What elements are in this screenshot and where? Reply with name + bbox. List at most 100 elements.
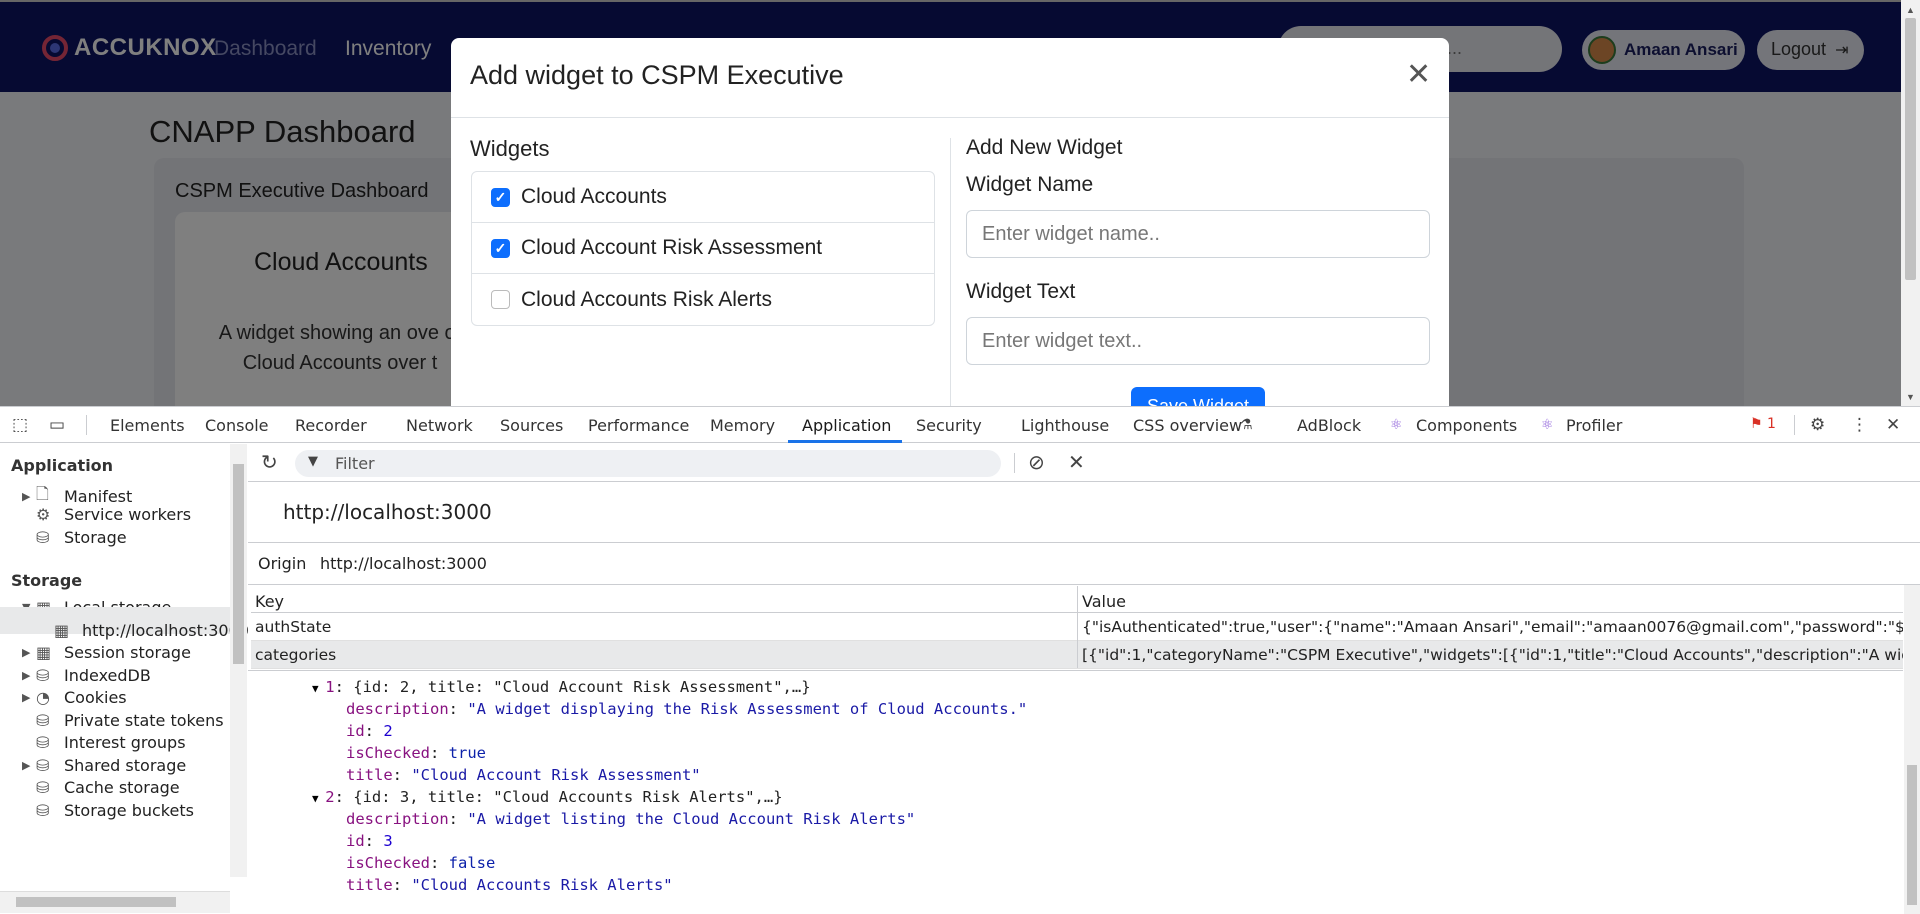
tab-elements[interactable]: Elements	[110, 416, 185, 435]
tab-network[interactable]: Network	[406, 416, 473, 435]
expand-arrow-icon[interactable]: ▶	[22, 759, 36, 772]
database-icon: ⛁	[36, 528, 50, 547]
collapse-arrow-icon[interactable]: ▼	[312, 792, 325, 805]
tab-adblock[interactable]: AdBlock	[1297, 416, 1361, 435]
widget-option-risk-alerts[interactable]: Cloud Accounts Risk Alerts	[472, 274, 934, 325]
sidebar-item-label: Private state tokens	[64, 711, 224, 730]
json-summary: {id: 2, title: "Cloud Account Risk Asses…	[353, 678, 811, 696]
delete-selected-icon[interactable]: ✕	[1068, 450, 1085, 474]
page-scrollbar[interactable]: ▲ ▼	[1901, 0, 1920, 406]
clear-all-icon[interactable]: ⊘	[1028, 450, 1045, 474]
json-key: description	[346, 810, 449, 828]
scrollbar-thumb[interactable]	[1907, 765, 1917, 905]
sidebar-item-shared-storage[interactable]: ▶ ⛁ Shared storage	[22, 756, 186, 775]
web-app: ACCUKNOX Dashboard Inventory ... Amaan A…	[0, 0, 1920, 406]
filter-input[interactable]: Filter	[295, 450, 1001, 477]
sidebar-item-label: IndexedDB	[64, 666, 151, 685]
storage-main-pane: ↻ Filter ▼ ⊘ ✕ http://localhost:3000 Ori…	[248, 444, 1920, 914]
sidebar-item-service-workers[interactable]: ⚙ Service workers	[36, 505, 191, 524]
more-options-icon[interactable]: ⋮	[1851, 415, 1868, 435]
tab-css-overview[interactable]: CSS overview	[1133, 416, 1242, 435]
sidebar-item-cookies[interactable]: ▶ ◔ Cookies	[22, 688, 127, 707]
tab-sources[interactable]: Sources	[500, 416, 563, 435]
sidebar-item-private-state-tokens[interactable]: ⛁ Private state tokens	[36, 711, 224, 730]
tab-recorder[interactable]: Recorder	[295, 416, 367, 435]
sidebar-scrollbar[interactable]	[230, 444, 247, 877]
tab-performance[interactable]: Performance	[588, 416, 689, 435]
refresh-icon[interactable]: ↻	[261, 450, 278, 474]
widget-name-input[interactable]: Enter widget name..	[966, 210, 1430, 258]
scroll-up-icon[interactable]: ▲	[1906, 5, 1915, 15]
checkbox-checked[interactable]: ✓	[491, 238, 510, 258]
sidebar-horizontal-scrollbar[interactable]	[0, 891, 230, 913]
json-key: id	[346, 832, 365, 850]
divider	[86, 415, 87, 435]
sidebar-item-session-storage[interactable]: ▶ ▦ Session storage	[22, 643, 191, 662]
inspect-element-icon[interactable]: ⬚	[12, 415, 28, 435]
tab-components[interactable]: Components	[1416, 416, 1517, 435]
issue-flag-icon: ⚑	[1750, 416, 1763, 432]
sidebar-item-label: Storage	[64, 528, 127, 547]
sidebar-item-indexeddb[interactable]: ▶ ⛁ IndexedDB	[22, 666, 151, 685]
flask-icon: ⚗	[1240, 417, 1253, 433]
widget-option-risk-assessment[interactable]: ✓ Cloud Account Risk Assessment	[472, 223, 934, 274]
sidebar-item-label: Cookies	[64, 688, 127, 707]
json-node[interactable]: ▼ 2: {id: 3, title: "Cloud Accounts Risk…	[312, 786, 783, 810]
json-value: true	[448, 744, 486, 762]
devtools-tabbar: ⬚ ▭ Elements Console Recorder Network So…	[0, 407, 1920, 443]
sidebar-item-interest-groups[interactable]: ⛁ Interest groups	[36, 733, 186, 752]
sidebar-item-storage-buckets[interactable]: ⛁ Storage buckets	[36, 801, 194, 820]
sidebar-item-cache-storage[interactable]: ⛁ Cache storage	[36, 778, 180, 797]
tab-lighthouse[interactable]: Lighthouse	[1021, 416, 1109, 435]
database-icon: ⛁	[36, 733, 50, 752]
expand-arrow-icon[interactable]: ▶	[22, 490, 36, 503]
storage-toolbar: ↻ Filter ▼ ⊘ ✕	[248, 444, 1920, 482]
column-header-key[interactable]: Key	[251, 586, 1077, 613]
close-icon[interactable]: ✕	[1886, 415, 1900, 435]
scrollbar-thumb[interactable]	[233, 464, 244, 664]
react-icon: ⚛	[1541, 417, 1554, 433]
row-key: categories	[255, 646, 337, 664]
scrollbar-thumb[interactable]	[16, 897, 176, 907]
database-icon: ⛁	[36, 756, 50, 775]
tab-security[interactable]: Security	[916, 416, 982, 435]
json-value: "A widget listing the Cloud Account Risk…	[467, 810, 916, 828]
expand-arrow-icon[interactable]: ▶	[22, 669, 36, 682]
checkbox-checked[interactable]: ✓	[491, 187, 510, 207]
issues-badge[interactable]: ⚑ 1	[1750, 416, 1776, 432]
tab-application[interactable]: Application	[802, 416, 891, 435]
scrollbar-thumb[interactable]	[1905, 18, 1916, 280]
save-widget-button[interactable]: Save Widget	[1131, 387, 1265, 406]
sidebar-item-label: Storage buckets	[64, 801, 194, 820]
close-icon[interactable]: ✕	[1406, 60, 1431, 90]
devtools-panel: ⬚ ▭ Elements Console Recorder Network So…	[0, 406, 1920, 914]
json-value: "Cloud Account Risk Assessment"	[411, 766, 701, 784]
sidebar-item-label: Interest groups	[64, 733, 186, 752]
gear-icon[interactable]: ⚙	[1810, 415, 1825, 435]
json-property: description: "A widget displaying the Ri…	[346, 700, 1028, 718]
preview-scrollbar[interactable]	[1904, 585, 1920, 914]
row-key: authState	[255, 618, 332, 636]
expand-arrow-icon[interactable]: ▶	[22, 691, 36, 704]
device-toolbar-icon[interactable]: ▭	[49, 415, 65, 435]
json-key: 2	[325, 788, 335, 806]
expand-arrow-icon[interactable]: ▶	[22, 646, 36, 659]
tab-memory[interactable]: Memory	[710, 416, 775, 435]
table-icon: ▦	[36, 643, 52, 662]
checkbox-unchecked[interactable]	[491, 290, 510, 309]
json-node[interactable]: ▼ 1: {id: 2, title: "Cloud Account Risk …	[312, 676, 811, 700]
react-icon: ⚛	[1390, 417, 1403, 433]
collapse-arrow-icon[interactable]: ▼	[312, 682, 325, 695]
widget-option-cloud-accounts[interactable]: ✓ Cloud Accounts	[472, 172, 934, 223]
sidebar-item-localhost[interactable]: ▦ http://localhost:3000	[54, 621, 249, 640]
widgets-heading: Widgets	[470, 136, 550, 161]
sidebar-item-storage[interactable]: ⛁ Storage	[36, 528, 127, 547]
column-header-value[interactable]: Value	[1078, 586, 1903, 613]
tab-profiler[interactable]: Profiler	[1566, 416, 1622, 435]
scroll-down-icon[interactable]: ▼	[1906, 392, 1915, 402]
tab-console[interactable]: Console	[205, 416, 269, 435]
json-key: isChecked	[346, 744, 430, 762]
add-widget-heading: Add New Widget	[966, 136, 1123, 159]
sidebar-item-label: Cache storage	[64, 778, 180, 797]
widget-text-input[interactable]: Enter widget text..	[966, 317, 1430, 365]
